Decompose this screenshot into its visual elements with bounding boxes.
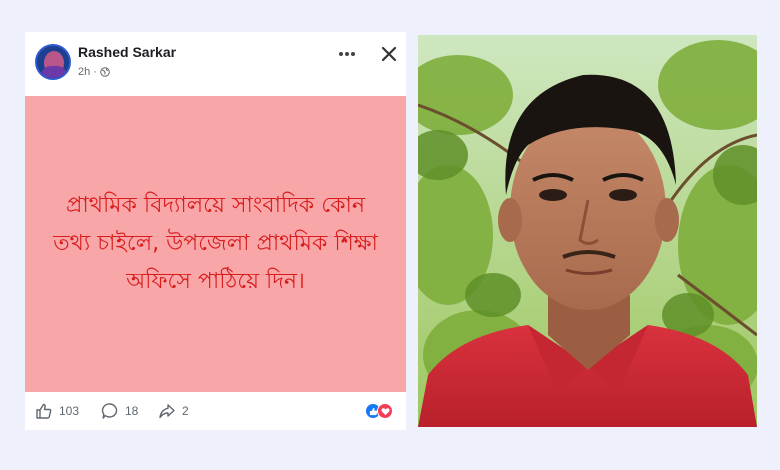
close-icon [381,46,397,62]
post-footer: 103 18 2 [25,392,406,430]
thumbs-up-icon [36,403,52,419]
facebook-post-card: Rashed Sarkar 2h · প্রাথমিক বিদ্যালয়ে স… [25,32,406,430]
share-icon [159,404,175,419]
globe-icon [100,67,110,77]
profile-photo [418,35,757,427]
comment-icon [101,403,118,419]
love-reaction-icon [377,403,393,419]
more-horizontal-icon [339,52,355,56]
reaction-summary[interactable] [365,403,395,419]
post-header: Rashed Sarkar 2h · [25,32,406,96]
meta-separator: · [93,66,97,78]
like-count: 103 [59,404,80,418]
close-button[interactable] [375,40,403,68]
man-portrait-image [418,35,757,427]
share-button[interactable]: 2 [158,402,189,420]
like-button[interactable]: 103 [35,402,79,420]
post-body: প্রাথমিক বিদ্যালয়ে সাংবাদিক কোন তথ্য চা… [25,96,406,392]
share-count: 2 [182,404,189,418]
more-options-button[interactable] [333,40,361,68]
post-time[interactable]: 2h [78,66,90,78]
avatar[interactable] [35,44,71,80]
comment-button[interactable]: 18 [101,402,138,420]
author-name[interactable]: Rashed Sarkar [78,44,176,60]
post-text: প্রাথমিক বিদ্যালয়ে সাংবাদিক কোন তথ্য চা… [53,193,378,294]
comment-count: 18 [125,404,139,418]
post-meta: 2h · [78,66,110,78]
